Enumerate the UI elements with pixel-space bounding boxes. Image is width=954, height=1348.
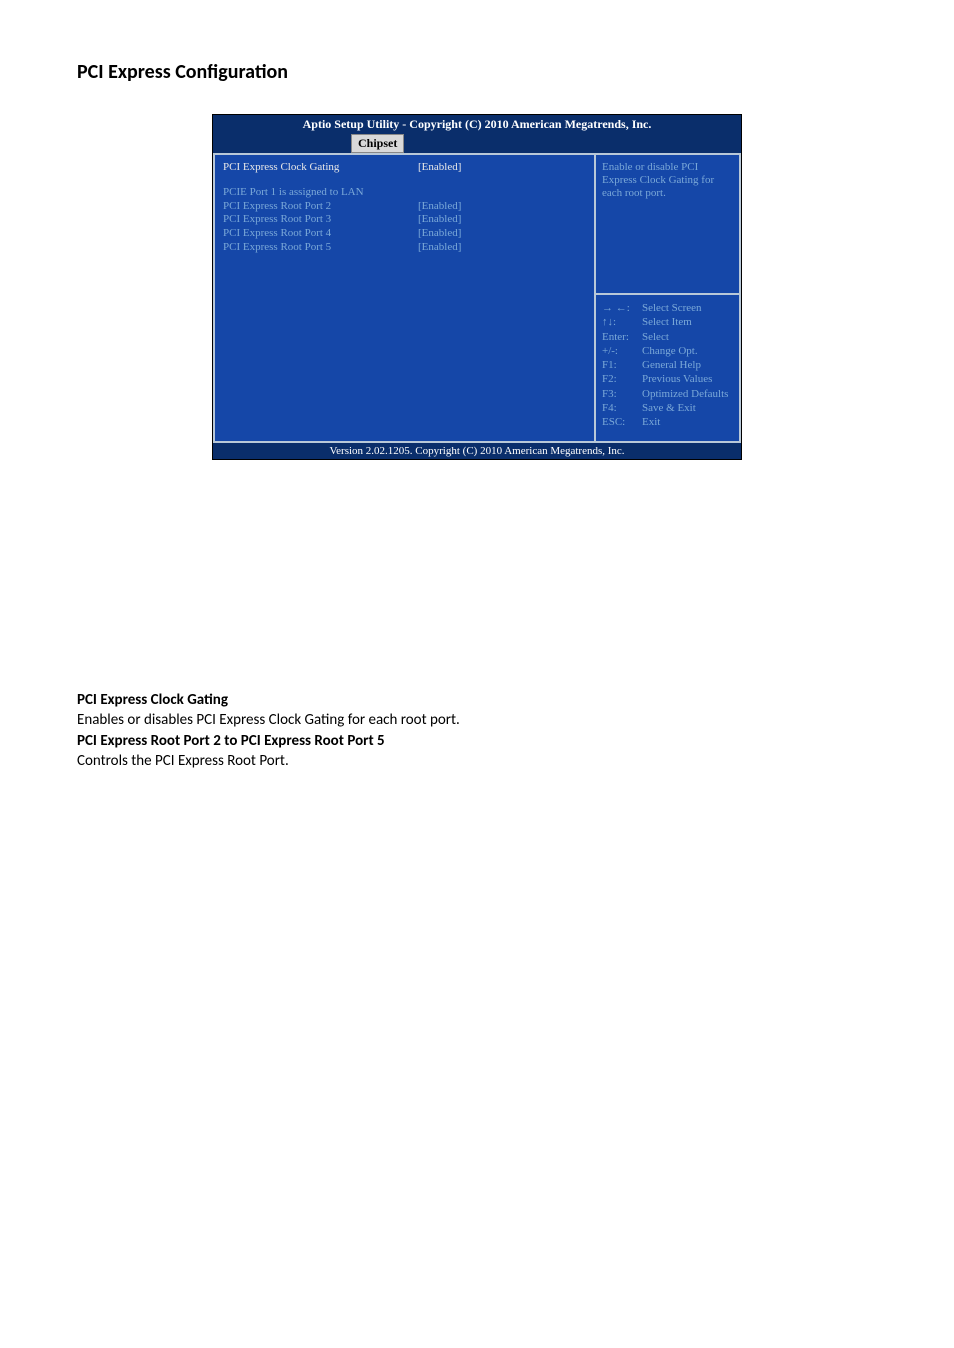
setting-value: [Enabled] <box>418 213 461 227</box>
setting-label: PCIE Port 1 is assigned to LAN <box>223 186 418 200</box>
bios-footer: Version 2.02.1205. Copyright (C) 2010 Am… <box>213 443 741 459</box>
key-row: → ←: Select Screen <box>602 301 733 315</box>
doc-text-1: Enables or disables PCI Express Clock Ga… <box>77 710 877 730</box>
key-row: F4: Save & Exit <box>602 401 733 415</box>
key-row: ESC: Exit <box>602 415 733 429</box>
setting-label: PCI Express Root Port 4 <box>223 227 418 241</box>
tab-chipset[interactable]: Chipset <box>351 134 404 153</box>
key-label: ESC: <box>602 415 642 429</box>
doc-heading-2: PCI Express Root Port 2 to PCI Express R… <box>77 731 877 751</box>
bios-window: Aptio Setup Utility - Copyright (C) 2010… <box>212 114 742 460</box>
key-label: ↑↓: <box>602 315 642 329</box>
bios-side-panel: Enable or disable PCI Express Clock Gati… <box>596 153 741 443</box>
key-action: Save & Exit <box>642 401 696 415</box>
setting-label: PCI Express Clock Gating <box>223 161 418 175</box>
key-row: F1: General Help <box>602 358 733 372</box>
key-row: F2: Previous Values <box>602 372 733 386</box>
key-row: F3: Optimized Defaults <box>602 387 733 401</box>
key-row: Enter: Select <box>602 330 733 344</box>
bios-key-legend: → ←: Select Screen ↑↓: Select Item Enter… <box>596 295 739 441</box>
key-action: Select Screen <box>642 301 702 315</box>
key-action: General Help <box>642 358 701 372</box>
setting-row[interactable]: PCI Express Root Port 4 [Enabled] <box>223 227 586 241</box>
key-action: Optimized Defaults <box>642 387 728 401</box>
key-action: Change Opt. <box>642 344 698 358</box>
key-label: → ←: <box>602 301 642 315</box>
key-row: +/-: Change Opt. <box>602 344 733 358</box>
setting-row[interactable]: PCI Express Root Port 5 [Enabled] <box>223 241 586 255</box>
setting-row[interactable]: PCIE Port 1 is assigned to LAN <box>223 186 586 200</box>
bios-header: Aptio Setup Utility - Copyright (C) 2010… <box>213 115 741 134</box>
setting-row[interactable]: PCI Express Root Port 2 [Enabled] <box>223 200 586 214</box>
key-label: F4: <box>602 401 642 415</box>
doc-text-2: Controls the PCI Express Root Port. <box>77 751 877 771</box>
key-action: Select Item <box>642 315 692 329</box>
key-label: +/-: <box>602 344 642 358</box>
setting-value: [Enabled] <box>418 161 461 175</box>
setting-label: PCI Express Root Port 3 <box>223 213 418 227</box>
page-title: PCI Express Configuration <box>77 60 877 84</box>
setting-label: PCI Express Root Port 5 <box>223 241 418 255</box>
key-action: Select <box>642 330 669 344</box>
doc-section: PCI Express Clock Gating Enables or disa… <box>77 690 877 771</box>
setting-value: [Enabled] <box>418 200 461 214</box>
bios-body: PCI Express Clock Gating [Enabled] PCIE … <box>213 153 741 443</box>
key-label: Enter: <box>602 330 642 344</box>
setting-label: PCI Express Root Port 2 <box>223 200 418 214</box>
setting-value: [Enabled] <box>418 241 461 255</box>
key-label: F2: <box>602 372 642 386</box>
bios-help-text: Enable or disable PCI Express Clock Gati… <box>596 155 739 295</box>
setting-value: [Enabled] <box>418 227 461 241</box>
key-row: ↑↓: Select Item <box>602 315 733 329</box>
key-label: F1: <box>602 358 642 372</box>
bios-main-panel: PCI Express Clock Gating [Enabled] PCIE … <box>213 153 596 443</box>
setting-row[interactable]: PCI Express Root Port 3 [Enabled] <box>223 213 586 227</box>
key-action: Previous Values <box>642 372 712 386</box>
key-label: F3: <box>602 387 642 401</box>
setting-row[interactable]: PCI Express Clock Gating [Enabled] <box>223 161 586 175</box>
bios-tabs: Chipset <box>213 134 741 153</box>
key-action: Exit <box>642 415 660 429</box>
